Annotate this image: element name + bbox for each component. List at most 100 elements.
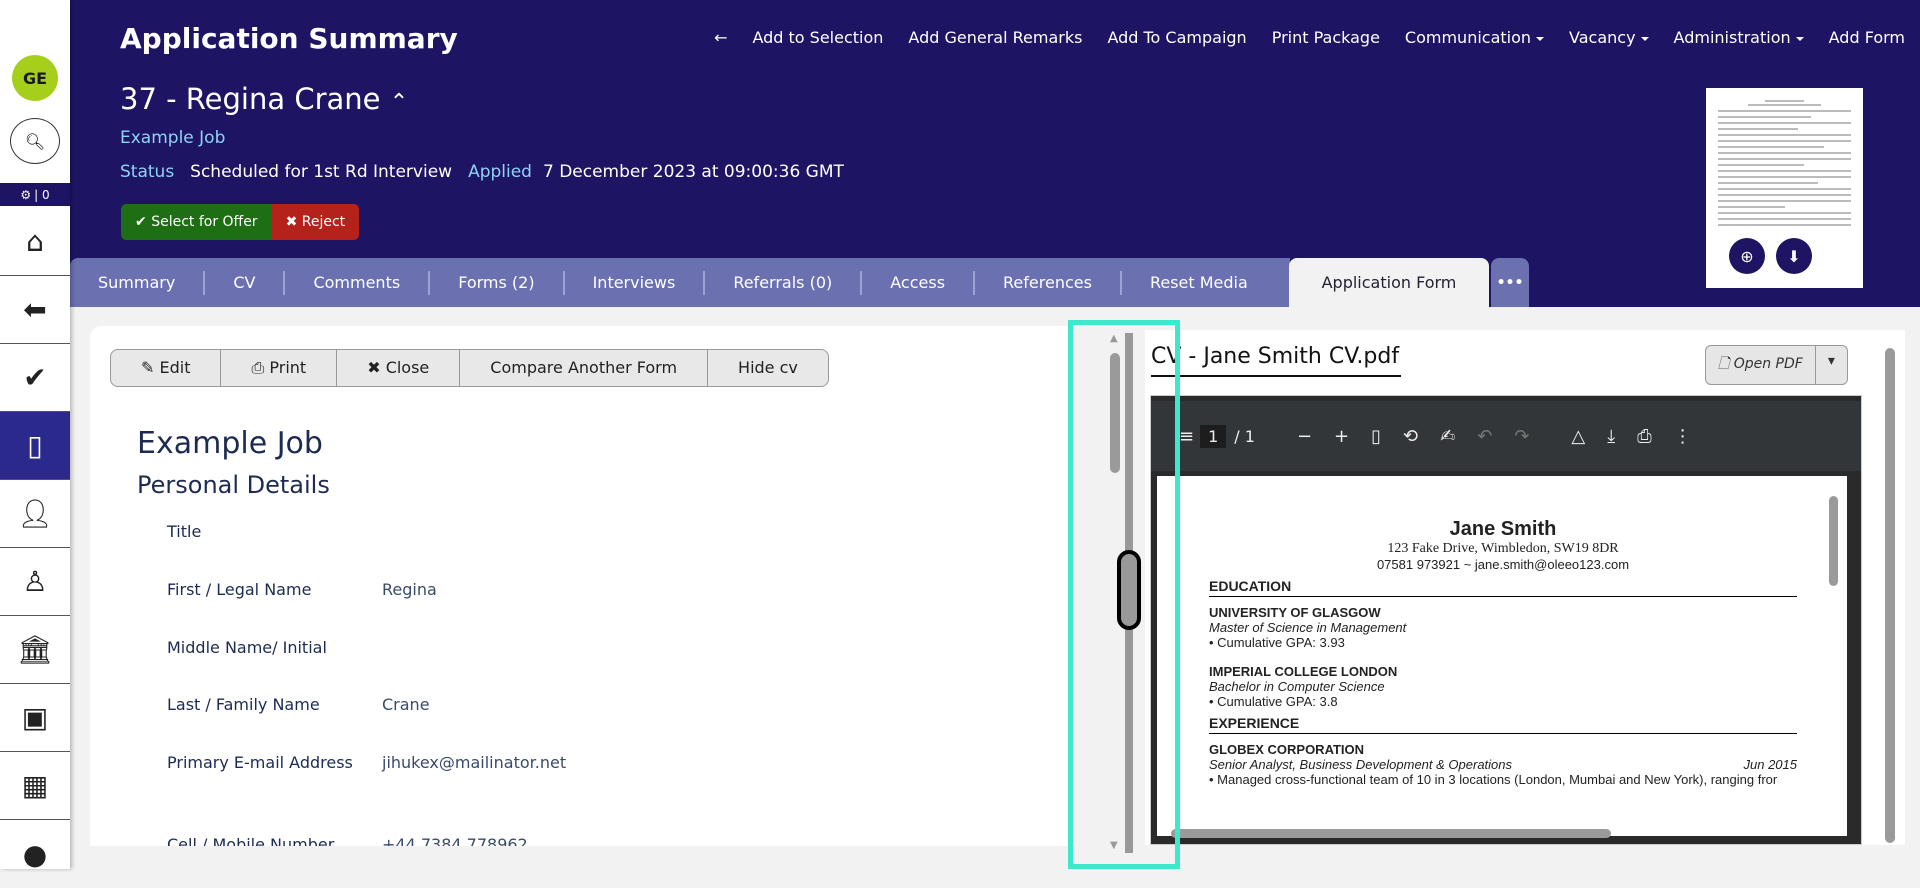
sidebar-item-tasks[interactable]: ✔ xyxy=(0,344,70,412)
scroll-up-arrow-icon[interactable]: ▲ xyxy=(1110,333,1118,344)
chevron-up-icon[interactable]: ⌃ xyxy=(390,90,408,115)
sidebar-item-inbox[interactable]: ● xyxy=(0,820,70,888)
splitter-handle[interactable] xyxy=(1117,550,1141,630)
tab-comments[interactable]: Comments xyxy=(285,270,431,295)
field-row: Cell / Mobile Number +44 7384 778962 xyxy=(167,835,528,846)
edit-button[interactable]: ✎ Edit xyxy=(111,350,222,386)
page-number-input[interactable]: 1 xyxy=(1200,424,1227,448)
calendar-star-icon: ▣ xyxy=(21,701,49,734)
home-icon: ⌂ xyxy=(26,225,44,258)
bank-icon: 🏛︎ xyxy=(17,633,53,666)
tab-cv[interactable]: CV xyxy=(205,270,286,295)
menu-icon[interactable]: ≡ xyxy=(1179,426,1194,447)
tab-application-form[interactable]: Application Form xyxy=(1289,258,1489,307)
download-icon[interactable]: ⤓ xyxy=(1607,426,1615,447)
applied-label: Applied xyxy=(468,162,532,182)
nav-add-to-selection[interactable]: Add to Selection xyxy=(752,28,883,47)
search-icon: 🔍︎ xyxy=(24,131,46,151)
candidate-name[interactable]: 37 - Regina Crane ⌃ xyxy=(120,82,408,116)
tab-access[interactable]: Access xyxy=(862,270,976,295)
pdf-horizontal-scrollbar[interactable] xyxy=(1171,829,1611,838)
cv-school: UNIVERSITY OF GLASGOW xyxy=(1209,605,1381,620)
compare-form-button[interactable]: Compare Another Form xyxy=(460,350,709,386)
tab-references[interactable]: References xyxy=(975,270,1122,295)
sidebar-item-events[interactable]: ▣ xyxy=(0,684,70,752)
nav-add-general-remarks[interactable]: Add General Remarks xyxy=(908,28,1082,47)
back-arrow-icon[interactable]: ← xyxy=(714,28,727,47)
tab-referrals[interactable]: Referrals (0) xyxy=(705,270,863,295)
sidebar-item-home[interactable]: ⌂ xyxy=(0,208,70,276)
cv-degree: Master of Science in Management xyxy=(1209,620,1407,635)
nav-vacancy[interactable]: Vacancy xyxy=(1569,28,1649,47)
settings-counter[interactable]: ⚙ | 0 xyxy=(0,183,70,206)
zoom-in-icon[interactable]: + xyxy=(1334,426,1349,447)
tab-summary[interactable]: Summary xyxy=(70,270,206,295)
sidebar-item-calendar[interactable]: ▦ xyxy=(0,752,70,820)
drive-icon[interactable]: △ xyxy=(1571,426,1585,447)
scroll-down-arrow-icon[interactable]: ▼ xyxy=(1110,840,1118,851)
check-icon: ✔ xyxy=(23,361,47,394)
nav-communication[interactable]: Communication xyxy=(1405,28,1544,47)
cv-thumbnail[interactable]: ⊕ ⬇ xyxy=(1706,88,1863,288)
cv-section-experience: EXPERIENCE xyxy=(1209,715,1797,734)
redo-icon[interactable]: ↷ xyxy=(1514,426,1529,447)
more-tabs-button[interactable]: ••• xyxy=(1491,258,1529,307)
header: Application Summary ← Add to Selection A… xyxy=(70,0,1920,307)
reject-button[interactable]: ✖ Reject xyxy=(271,204,360,240)
job-link[interactable]: Example Job xyxy=(120,128,225,148)
nav-print-package[interactable]: Print Package xyxy=(1272,28,1380,47)
left-panel-scrollbar[interactable] xyxy=(1110,353,1120,473)
nav-administration[interactable]: Administration xyxy=(1674,28,1804,47)
x-icon: ✖ xyxy=(285,214,302,230)
close-button[interactable]: ✖ Close xyxy=(337,350,461,386)
nav-add-to-campaign[interactable]: Add To Campaign xyxy=(1107,28,1246,47)
zoom-in-icon: ⊕ xyxy=(1740,246,1754,266)
rotate-icon[interactable]: ⟲ xyxy=(1403,426,1418,447)
tab-interviews[interactable]: Interviews xyxy=(565,270,706,295)
open-pdf-button[interactable]: 🗋 Open PDF xyxy=(1706,346,1816,384)
more-options-icon[interactable]: ⋮ xyxy=(1674,426,1692,447)
sidebar-item-organisation[interactable]: 🏛︎ xyxy=(0,616,70,684)
tab-forms[interactable]: Forms (2) xyxy=(430,270,565,295)
user-avatar[interactable]: GE xyxy=(12,55,58,101)
right-panel-scrollbar[interactable] xyxy=(1885,348,1895,843)
select-for-offer-button[interactable]: ✔ Select for Offer xyxy=(121,204,272,240)
person-search-icon: ♙ xyxy=(22,565,48,598)
pdf-vertical-scrollbar[interactable] xyxy=(1829,496,1838,586)
sidebar-item-documents[interactable]: ▯ xyxy=(0,412,70,480)
zoom-out-icon[interactable]: − xyxy=(1297,426,1312,447)
sidebar-item-search-candidates[interactable]: ♙ xyxy=(0,548,70,616)
download-button[interactable]: ⬇ xyxy=(1776,238,1812,274)
applied-value: 7 December 2023 at 09:00:36 GMT xyxy=(542,162,844,182)
hide-cv-button[interactable]: Hide cv xyxy=(708,350,828,386)
cv-degree: Bachelor in Computer Science xyxy=(1209,679,1385,694)
search-button[interactable]: 🔍︎ xyxy=(10,118,60,164)
close-icon: ✖ xyxy=(367,358,386,377)
pdf-viewer: ≡ 1 / 1 − + ▯ ⟲ ✍ ↶ ↷ △ ⤓ ⎙ ⋮ Jane Smith… xyxy=(1150,395,1862,845)
cv-school: IMPERIAL COLLEGE LONDON xyxy=(1209,664,1398,679)
print-button[interactable]: ⎙ Print xyxy=(221,350,338,386)
annotate-icon[interactable]: ✍ xyxy=(1440,426,1455,447)
open-pdf-button-group: 🗋 Open PDF ▾ xyxy=(1705,345,1848,385)
inbox-icon: ● xyxy=(22,837,48,871)
field-row: Middle Name/ Initial xyxy=(167,638,327,657)
sidebar-item-candidates[interactable]: 👤︎ xyxy=(0,480,70,548)
panel-splitter[interactable]: ▲ ▼ xyxy=(1068,320,1180,869)
print-icon: ⎙ xyxy=(251,358,270,377)
sidebar-item-back[interactable]: ⬅ xyxy=(0,276,70,344)
cv-company: GLOBEX CORPORATION xyxy=(1209,742,1365,757)
cv-title: CV - Jane Smith CV.pdf xyxy=(1151,344,1401,377)
tab-bar: Summary CV Comments Forms (2) Interviews… xyxy=(70,258,1290,307)
calendar-icon: ▦ xyxy=(21,769,49,802)
pdf-page: Jane Smith 123 Fake Drive, Wimbledon, SW… xyxy=(1157,476,1847,836)
cv-bullet: • Managed cross-functional team of 10 in… xyxy=(1209,772,1778,787)
zoom-in-button[interactable]: ⊕ xyxy=(1729,238,1765,274)
gear-icon: ⚙ xyxy=(20,187,32,202)
open-pdf-dropdown[interactable]: ▾ xyxy=(1816,346,1847,384)
undo-icon[interactable]: ↶ xyxy=(1477,426,1492,447)
document-icon: ▯ xyxy=(27,429,43,462)
fit-page-icon[interactable]: ▯ xyxy=(1371,426,1381,447)
tab-reset-media[interactable]: Reset Media xyxy=(1122,271,1276,295)
nav-add-form[interactable]: Add Form xyxy=(1829,28,1905,47)
print-icon[interactable]: ⎙ xyxy=(1637,426,1651,447)
